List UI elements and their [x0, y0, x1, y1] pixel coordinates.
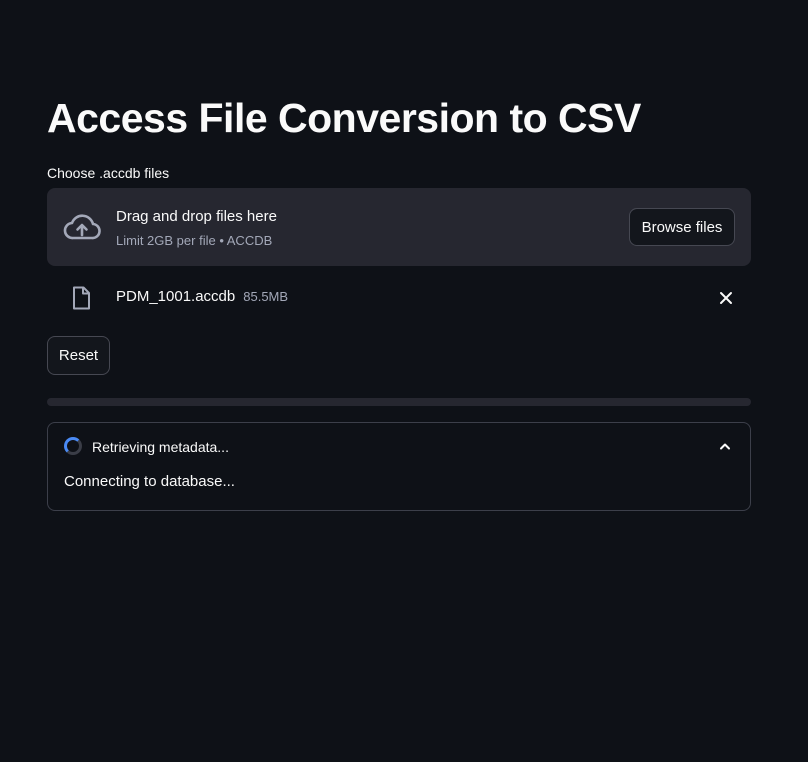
status-label: Retrieving metadata...: [92, 439, 229, 455]
dropzone-instructions: Drag and drop files here: [116, 208, 277, 225]
remove-file-button[interactable]: [715, 287, 737, 309]
reset-button[interactable]: Reset: [47, 336, 110, 375]
browse-files-button[interactable]: Browse files: [629, 208, 735, 246]
status-expander-header[interactable]: Retrieving metadata...: [48, 423, 750, 469]
app-page: Access File Conversion to CSV Choose .ac…: [0, 0, 808, 762]
file-uploader-label: Choose .accdb files: [47, 165, 170, 181]
loading-spinner-icon: [64, 437, 82, 455]
file-dropzone[interactable]: Drag and drop files here Limit 2GB per f…: [47, 188, 751, 266]
uploaded-file-row: PDM_1001.accdb 85.5MB: [47, 278, 751, 316]
file-name-text: PDM_1001.accdb: [116, 288, 236, 305]
chevron-up-icon: [718, 439, 732, 453]
close-icon: [720, 292, 732, 304]
cloud-upload-icon: [63, 212, 101, 242]
page-title: Access File Conversion to CSV: [47, 95, 641, 141]
uploaded-file-name: PDM_1001.accdb 85.5MB: [116, 287, 288, 307]
status-message: Connecting to database...: [64, 473, 235, 490]
file-size: 85.5MB: [243, 289, 289, 304]
dropzone-limit-text: Limit 2GB per file • ACCDB: [116, 233, 273, 248]
progress-bar: [47, 398, 751, 406]
file-icon: [71, 286, 91, 310]
status-expander: Retrieving metadata... Connecting to dat…: [47, 422, 751, 511]
